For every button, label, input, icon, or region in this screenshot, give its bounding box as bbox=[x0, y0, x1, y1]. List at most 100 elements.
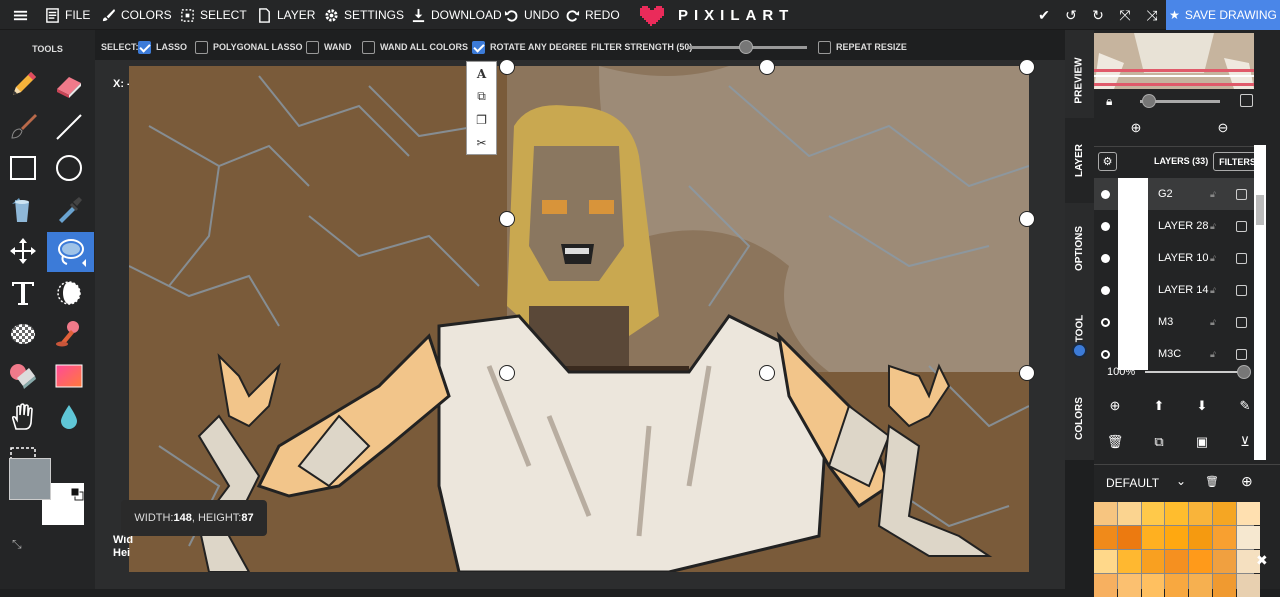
download-menu-button[interactable]: DOWNLOAD bbox=[411, 0, 502, 30]
dither-tool[interactable] bbox=[50, 274, 88, 312]
text-tool[interactable] bbox=[4, 274, 42, 312]
palette-swatch[interactable] bbox=[1189, 502, 1212, 525]
layer-visibility-toggle[interactable] bbox=[1101, 221, 1110, 231]
confirm-button[interactable]: ✔ bbox=[1031, 0, 1057, 30]
palette-swatch[interactable] bbox=[1141, 574, 1165, 597]
primary-color-swatch[interactable] bbox=[9, 458, 51, 500]
save-drawing-button[interactable]: ★ SAVE DRAWING bbox=[1166, 0, 1280, 30]
palette-swatch[interactable] bbox=[1212, 502, 1236, 525]
brush-tool[interactable] bbox=[4, 108, 42, 146]
palette-swatch[interactable] bbox=[1094, 574, 1117, 597]
pencil-tool[interactable] bbox=[4, 66, 42, 104]
lasso-select-tool[interactable] bbox=[47, 232, 94, 272]
palette-swatch[interactable] bbox=[1212, 574, 1236, 597]
add-layer-button[interactable]: ⊕ bbox=[1103, 394, 1127, 418]
lock-preview-button[interactable]: 🔒︎ bbox=[1106, 94, 1112, 109]
close-panel-button[interactable]: ✖ bbox=[1256, 552, 1268, 569]
paste-button[interactable]: ❐ bbox=[467, 108, 496, 131]
repeat-resize-checkbox[interactable] bbox=[818, 40, 831, 54]
palette-swatch[interactable] bbox=[1165, 526, 1189, 549]
rotate-any-degree-option[interactable]: ROTATE ANY DEGREE bbox=[472, 34, 587, 60]
line-tool[interactable] bbox=[50, 108, 88, 146]
layer-visibility-toggle[interactable] bbox=[1101, 349, 1110, 359]
layer-row[interactable]: LAYER 28 🔓︎ bbox=[1094, 210, 1254, 242]
checker-tool[interactable] bbox=[4, 315, 42, 353]
text-tool-button[interactable]: A bbox=[467, 62, 496, 85]
rotate-left-button[interactable]: ↺ bbox=[1058, 0, 1084, 30]
tab-options[interactable]: OPTIONS bbox=[1065, 208, 1094, 288]
transform-handle-top-middle[interactable] bbox=[759, 59, 775, 75]
eyedropper-tool[interactable] bbox=[50, 191, 88, 229]
rotate-right-button[interactable]: ↻ bbox=[1085, 0, 1111, 30]
zoom-in-button[interactable]: ⊕ bbox=[1124, 116, 1148, 140]
preview-zoom-slider[interactable] bbox=[1140, 94, 1220, 108]
palette-swatch[interactable] bbox=[1117, 550, 1141, 573]
layer-visibility-toggle[interactable] bbox=[1101, 189, 1110, 199]
wand-checkbox[interactable] bbox=[306, 40, 319, 54]
layer-visibility-toggle[interactable] bbox=[1101, 285, 1110, 295]
palette-swatch[interactable] bbox=[1236, 574, 1260, 597]
transform-handle-bottom-left[interactable] bbox=[499, 365, 515, 381]
gradient-tool[interactable] bbox=[50, 357, 88, 395]
fill-bucket-tool[interactable] bbox=[4, 191, 42, 229]
layer-visibility-toggle[interactable] bbox=[1101, 317, 1110, 327]
settings-menu-button[interactable]: SETTINGS bbox=[324, 0, 404, 30]
layer-select-checkbox[interactable] bbox=[1236, 188, 1247, 200]
add-palette-button[interactable]: ⊕ bbox=[1241, 473, 1253, 490]
palette-swatch[interactable] bbox=[1117, 526, 1141, 549]
reset-colors-button[interactable] bbox=[70, 487, 84, 501]
flip-button[interactable]: ⤧ bbox=[1112, 0, 1138, 30]
rotate-any-degree-checkbox[interactable] bbox=[472, 40, 485, 54]
select-menu-button[interactable]: SELECT bbox=[180, 0, 247, 30]
cut-button[interactable]: ✂ bbox=[467, 131, 496, 154]
colors-menu-button[interactable]: COLORS bbox=[101, 0, 172, 30]
palette-swatch[interactable] bbox=[1236, 502, 1260, 525]
palette-swatch[interactable] bbox=[1189, 526, 1212, 549]
palette-swatch[interactable] bbox=[1212, 550, 1236, 573]
polygonal-lasso-option[interactable]: POLYGONAL LASSO bbox=[195, 34, 303, 60]
repeat-resize-option[interactable]: REPEAT RESIZE bbox=[818, 34, 907, 60]
move-tool[interactable] bbox=[4, 232, 42, 270]
stamp-tool[interactable] bbox=[50, 315, 88, 353]
transform-handle-top-right[interactable] bbox=[1019, 59, 1035, 75]
palette-swatch[interactable] bbox=[1117, 574, 1141, 597]
lasso-option[interactable]: LASSO bbox=[138, 34, 187, 60]
layer-lock-icon[interactable]: 🔓︎ bbox=[1210, 221, 1216, 232]
filter-strength-slider[interactable] bbox=[687, 34, 809, 60]
transform-handle-bottom-middle[interactable] bbox=[759, 365, 775, 381]
file-menu-button[interactable]: FILE bbox=[45, 0, 90, 30]
layer-select-checkbox[interactable] bbox=[1236, 284, 1247, 296]
edit-layer-button[interactable]: ✎ bbox=[1233, 394, 1257, 418]
layer-menu-button[interactable]: LAYER bbox=[257, 0, 315, 30]
polygonal-lasso-checkbox[interactable] bbox=[195, 40, 208, 54]
layer-settings-button[interactable]: ⚙ bbox=[1098, 152, 1117, 171]
layer-select-checkbox[interactable] bbox=[1236, 252, 1247, 264]
wand-all-colors-option[interactable]: WAND ALL COLORS bbox=[362, 34, 468, 60]
layer-row[interactable]: LAYER 14 🔓︎ bbox=[1094, 274, 1254, 306]
layer-row[interactable]: G2 🔓︎ bbox=[1094, 178, 1254, 210]
tab-layer[interactable]: LAYER bbox=[1065, 118, 1094, 203]
layer-select-checkbox[interactable] bbox=[1236, 316, 1247, 328]
layer-lock-icon[interactable]: 🔓︎ bbox=[1210, 317, 1216, 328]
layer-row[interactable]: LAYER 10 🔓︎ bbox=[1094, 242, 1254, 274]
layer-opacity-thumb[interactable] bbox=[1237, 365, 1251, 379]
wand-option[interactable]: WAND bbox=[306, 34, 352, 60]
merge-layer-button[interactable]: ⊻ bbox=[1233, 430, 1257, 454]
transform-handle-bottom-right[interactable] bbox=[1019, 365, 1035, 381]
canvas-preview[interactable] bbox=[1094, 33, 1254, 89]
move-layer-down-button[interactable]: ⬇ bbox=[1190, 394, 1214, 418]
palette-dropdown-button[interactable]: ⌄ bbox=[1176, 474, 1186, 488]
transform-handle-middle-right[interactable] bbox=[1019, 211, 1035, 227]
hamburger-menu-button[interactable] bbox=[13, 0, 28, 30]
palette-swatch[interactable] bbox=[1165, 574, 1189, 597]
preview-option-checkbox[interactable] bbox=[1240, 94, 1253, 107]
tab-colors[interactable]: COLORS bbox=[1065, 378, 1094, 458]
pixilart-logo[interactable]: PIXILART bbox=[640, 3, 794, 27]
drawing-canvas[interactable] bbox=[129, 66, 1029, 572]
tab-preview[interactable]: PREVIEW bbox=[1065, 40, 1094, 120]
zoom-out-button[interactable]: ⊖ bbox=[1211, 116, 1235, 140]
move-layer-up-button[interactable]: ⬆ bbox=[1147, 394, 1171, 418]
layer-visibility-toggle[interactable] bbox=[1101, 253, 1110, 263]
swap-colors-button[interactable]: ⤡ bbox=[12, 537, 26, 551]
filter-strength-thumb[interactable] bbox=[739, 39, 753, 54]
